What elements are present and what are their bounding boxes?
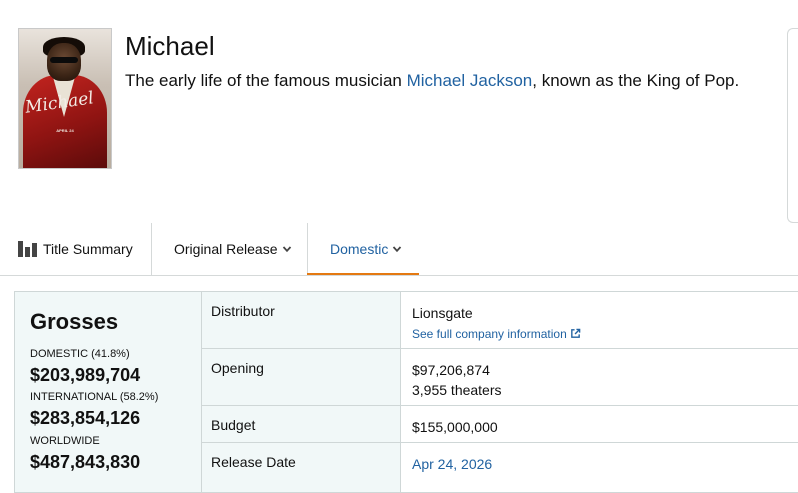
synopsis-link-michael-jackson[interactable]: Michael Jackson <box>407 71 533 90</box>
domestic-label: DOMESTIC (41.8%) <box>30 348 130 360</box>
release-date-link[interactable]: Apr 24, 2026 <box>412 456 492 472</box>
row-opening: Opening $97,206,874 3,955 theaters <box>202 349 798 406</box>
company-info-link[interactable]: See full company information <box>412 327 581 341</box>
release-date-label: Release Date <box>211 454 296 470</box>
worldwide-value: $487,843,830 <box>30 452 141 472</box>
tab-original-release[interactable]: Original Release <box>174 223 292 275</box>
worldwide-label: WORLDWIDE <box>30 435 100 447</box>
chevron-down-icon <box>282 246 291 253</box>
international-value: $283,854,126 <box>30 408 141 428</box>
distributor-value: Lionsgate <box>412 305 473 321</box>
tab-label: Domestic <box>330 241 389 257</box>
active-tab-indicator <box>307 273 419 275</box>
opening-value: $97,206,874 <box>412 362 490 378</box>
tab-label: Title Summary <box>43 241 133 257</box>
summary-table: Grosses DOMESTIC (41.8%) $203,989,704 IN… <box>14 291 798 493</box>
tab-title-summary[interactable]: Title Summary <box>18 223 133 275</box>
synopsis: The early life of the famous musician Mi… <box>125 71 740 90</box>
tab-divider <box>307 223 308 275</box>
distributor-label: Distributor <box>211 303 275 319</box>
tab-domestic[interactable]: Domestic <box>330 223 402 275</box>
opening-theaters: 3,955 theaters <box>412 382 502 398</box>
bar-chart-icon <box>18 241 37 257</box>
international-label: INTERNATIONAL (58.2%) <box>30 391 159 403</box>
budget-label: Budget <box>211 417 256 433</box>
external-link-icon <box>570 328 581 338</box>
poster-date: APRIL 24 <box>56 128 74 133</box>
domestic-value: $203,989,704 <box>30 365 141 385</box>
row-release-date: Release Date Apr 24, 2026 <box>202 443 798 492</box>
page-title: Michael <box>125 31 215 61</box>
opening-label: Opening <box>211 360 264 376</box>
grosses-heading: Grosses <box>30 309 119 334</box>
row-budget: Budget $155,000,000 <box>202 406 798 443</box>
chevron-down-icon <box>393 246 402 253</box>
budget-value: $155,000,000 <box>412 419 498 435</box>
movie-poster[interactable]: Michael APRIL 24 <box>18 28 112 169</box>
row-distributor: Distributor Lionsgate See full company i… <box>202 292 798 349</box>
release-tabs: Title Summary Original Release Domestic <box>0 223 798 276</box>
tab-label: Original Release <box>174 241 278 257</box>
tab-divider <box>151 223 152 275</box>
scroll-panel-edge[interactable] <box>787 28 798 223</box>
grosses-panel: Grosses DOMESTIC (41.8%) $203,989,704 IN… <box>15 292 202 492</box>
